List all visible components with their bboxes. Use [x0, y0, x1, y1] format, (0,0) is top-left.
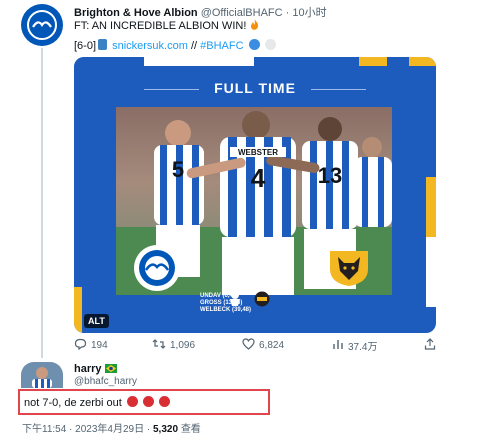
side-band-yellow-left	[74, 287, 82, 333]
shirt-number-5: 5	[172, 157, 184, 182]
tweet-header: Brighton & Hove Albion @OfficialBHAFC · …	[74, 6, 327, 20]
tweet-text-main: FT: AN INCREDIBLE ALBION WIN!	[74, 20, 247, 32]
shirt-name-webster: WEBSTER	[238, 148, 278, 157]
alt-text-badge[interactable]: ALT	[84, 314, 109, 328]
brighton-avatar[interactable]	[21, 4, 63, 46]
reply-views-label: 查看	[180, 424, 201, 435]
retweet-icon	[152, 338, 166, 353]
top-stripe-blue	[74, 57, 144, 66]
user-avatar[interactable]	[21, 362, 63, 388]
seagull-crest-icon	[27, 10, 57, 40]
angry-face-icon	[126, 396, 138, 407]
reply-views-count: 5,320	[153, 424, 179, 435]
author-handle[interactable]: @OfficialBHAFC	[201, 7, 283, 19]
side-band-yellow-right	[426, 177, 436, 237]
mobile-phone-icon	[98, 39, 108, 50]
shirt-number-4: 4	[251, 163, 266, 193]
reply-icon	[74, 338, 87, 353]
blue-circle-icon	[248, 39, 260, 50]
retweet-count: 1,096	[170, 340, 196, 351]
angry-face-icon	[159, 396, 171, 407]
reply-timestamp[interactable]: 下午11:54 · 2023年4月29日 ·	[22, 424, 150, 435]
reply-meta: 下午11:54 · 2023年4月29日 · 5,320 查看	[22, 420, 201, 435]
premier-league-logo-icon	[226, 289, 244, 307]
reply-author-name[interactable]: harry	[74, 363, 117, 375]
views-count: 37.4万	[348, 342, 378, 353]
reply-author-handle[interactable]: @bhafc_harry	[74, 376, 137, 387]
views-action[interactable]: 37.4万	[332, 338, 377, 353]
full-time-graphic[interactable]: FULL TIME WEBSTER 4 5 13 6-0 UNDAV (6,46…	[74, 57, 436, 333]
tweet-time[interactable]: 10小时	[292, 7, 326, 19]
top-stripe-yellow-2	[409, 57, 436, 66]
snickers-link[interactable]: snickersuk.com	[112, 40, 188, 52]
shirt-number-13: 13	[318, 163, 342, 188]
tweet-text-line2: [6-0] snickersuk.com // #BHAFC	[74, 39, 276, 53]
reply-count: 194	[91, 340, 108, 351]
tweet-actions: 194 1,096 6,824 37.4万	[74, 338, 446, 354]
author-name[interactable]: Brighton & Hove Albion	[74, 7, 198, 19]
header-rule-right	[311, 89, 366, 90]
white-circle-icon	[264, 39, 276, 50]
final-score: 6-0	[224, 247, 286, 289]
like-count: 6,824	[259, 340, 285, 351]
like-action[interactable]: 6,824	[242, 338, 284, 353]
reply-text-main: not 7-0, de zerbi out	[24, 397, 122, 409]
full-time-header: FULL TIME	[214, 80, 296, 96]
views-icon	[332, 338, 344, 353]
top-stripe-yellow	[359, 57, 387, 66]
top-stripe-white	[144, 57, 254, 66]
angry-face-icon	[142, 396, 154, 407]
thread-line	[41, 48, 43, 358]
fire-icon	[249, 19, 260, 30]
separator: ·	[285, 7, 290, 19]
share-action[interactable]	[424, 338, 436, 353]
heart-icon	[242, 338, 255, 353]
share-icon	[424, 338, 436, 353]
wolves-badge-icon	[326, 249, 372, 287]
reply-text: not 7-0, de zerbi out	[24, 396, 171, 409]
slash-separator: //	[190, 40, 198, 52]
sponsor-logo-icon	[254, 291, 270, 307]
score-tag: [6-0]	[74, 40, 97, 52]
tweet-text: FT: AN INCREDIBLE ALBION WIN!	[74, 19, 260, 33]
reply-action[interactable]: 194	[74, 338, 108, 353]
reply-display-name: harry	[74, 363, 102, 375]
scorer-3: WELBECK (39,48)	[200, 307, 252, 313]
retweet-action[interactable]: 1,096	[152, 338, 195, 353]
brazil-flag-icon	[104, 363, 117, 375]
hashtag-bhafc[interactable]: #BHAFC	[200, 40, 243, 52]
